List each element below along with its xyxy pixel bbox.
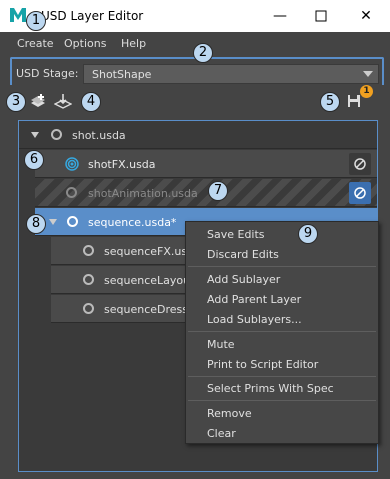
stage-label: USD Stage: bbox=[16, 67, 79, 80]
menu-load-sublayers[interactable]: Load Sublayers... bbox=[207, 313, 302, 326]
target-layer-radio[interactable] bbox=[83, 303, 94, 314]
callout-4: 4 bbox=[81, 92, 101, 112]
chevron-down-icon bbox=[363, 71, 373, 77]
callout-2: 2 bbox=[193, 43, 213, 63]
target-layer-radio[interactable] bbox=[67, 216, 78, 227]
callout-6: 6 bbox=[24, 150, 44, 170]
callout-3: 3 bbox=[6, 92, 26, 112]
menu-separator bbox=[188, 376, 376, 377]
menu-separator bbox=[188, 331, 376, 332]
target-layer-radio[interactable] bbox=[83, 274, 94, 285]
menu-select-prims-with-spec[interactable]: Select Prims With Spec bbox=[207, 382, 334, 395]
menu-add-sublayer[interactable]: Add Sublayer bbox=[207, 273, 280, 286]
maximize-button[interactable] bbox=[311, 6, 331, 26]
layer-name: sequence.usda* bbox=[88, 216, 177, 229]
menu-add-parent-layer[interactable]: Add Parent Layer bbox=[207, 293, 301, 306]
layer-row-shotanimation[interactable]: shotAnimation.usda bbox=[35, 179, 377, 207]
target-layer-radio[interactable] bbox=[51, 129, 62, 140]
menu-separator bbox=[188, 266, 376, 267]
callout-5: 5 bbox=[320, 92, 340, 112]
minimize-button[interactable]: — bbox=[270, 6, 290, 26]
callout-1: 1 bbox=[26, 11, 46, 31]
callout-9: 9 bbox=[298, 224, 318, 244]
menu-create[interactable]: Create bbox=[17, 37, 54, 50]
target-layer-radio[interactable] bbox=[83, 245, 94, 256]
close-button[interactable]: ✕ bbox=[356, 6, 376, 26]
layer-name: sequenceLayout bbox=[104, 274, 195, 287]
stage-dropdown[interactable]: ShotShape bbox=[83, 64, 379, 84]
layer-name: shot.usda bbox=[72, 129, 126, 142]
layer-row-shot[interactable]: shot.usda bbox=[19, 121, 377, 149]
layer-name: shotFX.usda bbox=[88, 158, 156, 171]
layer-name: shotAnimation.usda bbox=[88, 187, 198, 200]
callout-7: 7 bbox=[208, 181, 228, 201]
target-layer-radio[interactable] bbox=[66, 187, 77, 198]
expand-arrow-icon[interactable] bbox=[31, 132, 39, 138]
menu-options[interactable]: Options bbox=[64, 37, 106, 50]
window-title: USD Layer Editor bbox=[41, 9, 144, 23]
mute-icon bbox=[354, 187, 366, 199]
menu-discard-edits[interactable]: Discard Edits bbox=[207, 248, 279, 261]
title-bar: USD Layer Editor — ✕ bbox=[0, 0, 390, 32]
menu-remove[interactable]: Remove bbox=[207, 407, 252, 420]
edit-target-icon[interactable] bbox=[65, 157, 79, 171]
menu-clear[interactable]: Clear bbox=[207, 427, 236, 440]
callout-8: 8 bbox=[26, 214, 46, 234]
menu-print-to-script-editor[interactable]: Print to Script Editor bbox=[207, 358, 318, 371]
save-all-icon[interactable] bbox=[347, 94, 361, 108]
unsaved-count-badge: 1 bbox=[360, 85, 373, 98]
menu-save-edits[interactable]: Save Edits bbox=[207, 228, 265, 241]
menu-mute[interactable]: Mute bbox=[207, 338, 235, 351]
stage-value: ShotShape bbox=[92, 68, 152, 81]
menu-help[interactable]: Help bbox=[121, 37, 146, 50]
add-layer-icon[interactable] bbox=[30, 94, 46, 110]
mute-icon bbox=[354, 158, 366, 170]
mute-button[interactable] bbox=[349, 153, 371, 175]
mute-button-active[interactable] bbox=[349, 182, 371, 204]
expand-arrow-icon[interactable] bbox=[49, 219, 57, 225]
load-layer-icon[interactable] bbox=[54, 93, 72, 111]
menu-separator bbox=[188, 400, 376, 401]
layer-row-shotfx[interactable]: shotFX.usda bbox=[35, 150, 377, 178]
layer-name: sequenceDress bbox=[104, 303, 188, 316]
maya-logo-icon bbox=[10, 8, 26, 22]
layer-context-menu: Save Edits Discard Edits Add Sublayer Ad… bbox=[185, 221, 379, 444]
